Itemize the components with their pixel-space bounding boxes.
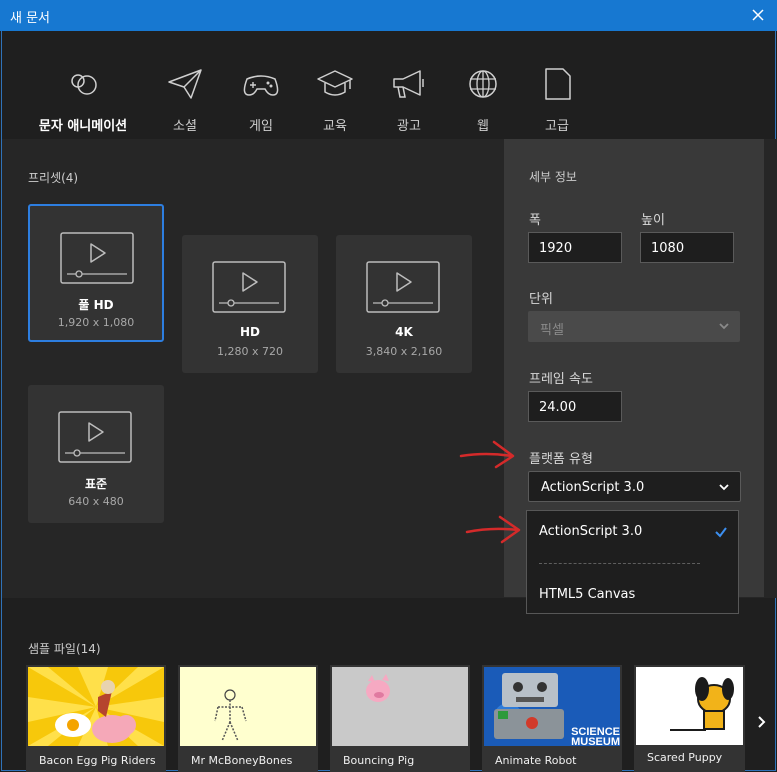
platform-dropdown-list: ActionScript 3.0 HTML5 Canvas [526, 510, 739, 614]
video-preset-icon [58, 411, 132, 463]
height-label: 높이 [641, 213, 665, 228]
preset-card-standard[interactable]: 표준 640 x 480 [28, 385, 164, 523]
window-title: 새 문서 [10, 11, 51, 26]
title-bar: 새 문서 [0, 0, 777, 31]
annotation-arrow-icon [465, 515, 521, 544]
chevron-right-icon[interactable] [754, 713, 770, 731]
width-field[interactable]: 1920 [528, 232, 622, 263]
presets-title: 프리셋(4) [28, 171, 79, 185]
video-preset-icon [60, 232, 134, 284]
sample-name: Bouncing Pig [343, 754, 415, 767]
video-preset-icon [212, 261, 286, 313]
dropdown-divider [539, 563, 700, 564]
sample-bacon-egg-pig-riders[interactable]: Bacon Egg Pig Riders [26, 665, 166, 772]
checkmark-icon [715, 527, 727, 538]
frame-rate-field[interactable]: 24.00 [528, 391, 622, 422]
annotation-arrow-icon [459, 440, 515, 469]
sample-name: Bacon Egg Pig Riders [39, 754, 156, 767]
sample-thumbnail [636, 667, 743, 745]
preset-size: 3,840 x 2,160 [365, 345, 443, 358]
width-label: 폭 [529, 213, 541, 228]
sample-thumbnail [332, 667, 468, 746]
sample-thumbnail [180, 667, 316, 746]
units-select[interactable]: 픽셀 [528, 311, 740, 342]
details-title: 세부 정보 [529, 170, 577, 184]
close-icon[interactable] [747, 4, 769, 26]
preset-card-full-hd[interactable]: 풀 HD 1,920 x 1,080 [28, 204, 164, 342]
character-animation-icon [71, 74, 97, 95]
preset-name: 풀 HD [78, 298, 114, 312]
preset-name: 표준 [84, 477, 108, 491]
preset-size: 640 x 480 [68, 495, 124, 508]
gamepad-icon [243, 75, 279, 96]
tab-label: 고급 [545, 119, 569, 134]
samples-title: 샘플 파일(14) [28, 642, 101, 656]
platform-label: 플랫폼 유형 [529, 452, 593, 467]
platform-option-html5-canvas[interactable]: HTML5 Canvas [539, 587, 635, 602]
platform-value: ActionScript 3.0 [541, 480, 645, 495]
science-museum-logo-line-2: MUSEUM [571, 736, 620, 746]
document-icon [545, 68, 571, 100]
preset-size: 1,280 x 720 [217, 345, 283, 358]
preset-card-hd[interactable]: HD 1,280 x 720 [182, 235, 318, 373]
tab-character-animation[interactable]: 문자 애니메이션 [28, 67, 138, 141]
preset-name: 4K [395, 325, 413, 339]
preset-size: 1,920 x 1,080 [57, 316, 135, 329]
preset-card-4k[interactable]: 4K 3,840 x 2,160 [336, 235, 472, 373]
sample-name: Animate Robot [495, 754, 577, 767]
units-value: 픽셀 [540, 323, 564, 338]
platform-select[interactable]: ActionScript 3.0 [528, 471, 741, 502]
frame-rate-label: 프레임 속도 [529, 372, 593, 387]
sample-animate-robot[interactable]: SCIENCE MUSEUM Animate Robot [482, 665, 622, 772]
sample-bouncing-pig[interactable]: Bouncing Pig [330, 665, 470, 772]
platform-option-actionscript[interactable]: ActionScript 3.0 [539, 524, 642, 539]
chevron-down-icon [719, 484, 729, 491]
tab-label: 문자 애니메이션 [38, 119, 128, 134]
sample-thumbnail: SCIENCE MUSEUM [484, 667, 620, 746]
height-field[interactable]: 1080 [640, 232, 734, 263]
paper-plane-icon [168, 69, 202, 99]
video-preset-icon [366, 261, 440, 313]
new-document-dialog: 문자 애니메이션 소셜 게임 교육 광고 웹 고급 프리셋(4) 풀 HD 1,… [1, 31, 777, 772]
tab-advanced[interactable]: 고급 [502, 67, 612, 134]
sample-name: Scared Puppy [647, 751, 723, 764]
preset-name: HD [239, 325, 260, 339]
sample-scared-puppy[interactable]: Scared Puppy [634, 665, 745, 772]
graduation-cap-icon [317, 70, 353, 96]
units-label: 단위 [529, 292, 553, 307]
sample-mr-mcboneybones[interactable]: Mr McBoneyBones [178, 665, 318, 772]
globe-icon [469, 70, 497, 98]
megaphone-icon [393, 70, 424, 98]
sample-name: Mr McBoneyBones [191, 754, 293, 767]
chevron-down-icon [719, 323, 729, 330]
sample-thumbnail [28, 667, 164, 746]
